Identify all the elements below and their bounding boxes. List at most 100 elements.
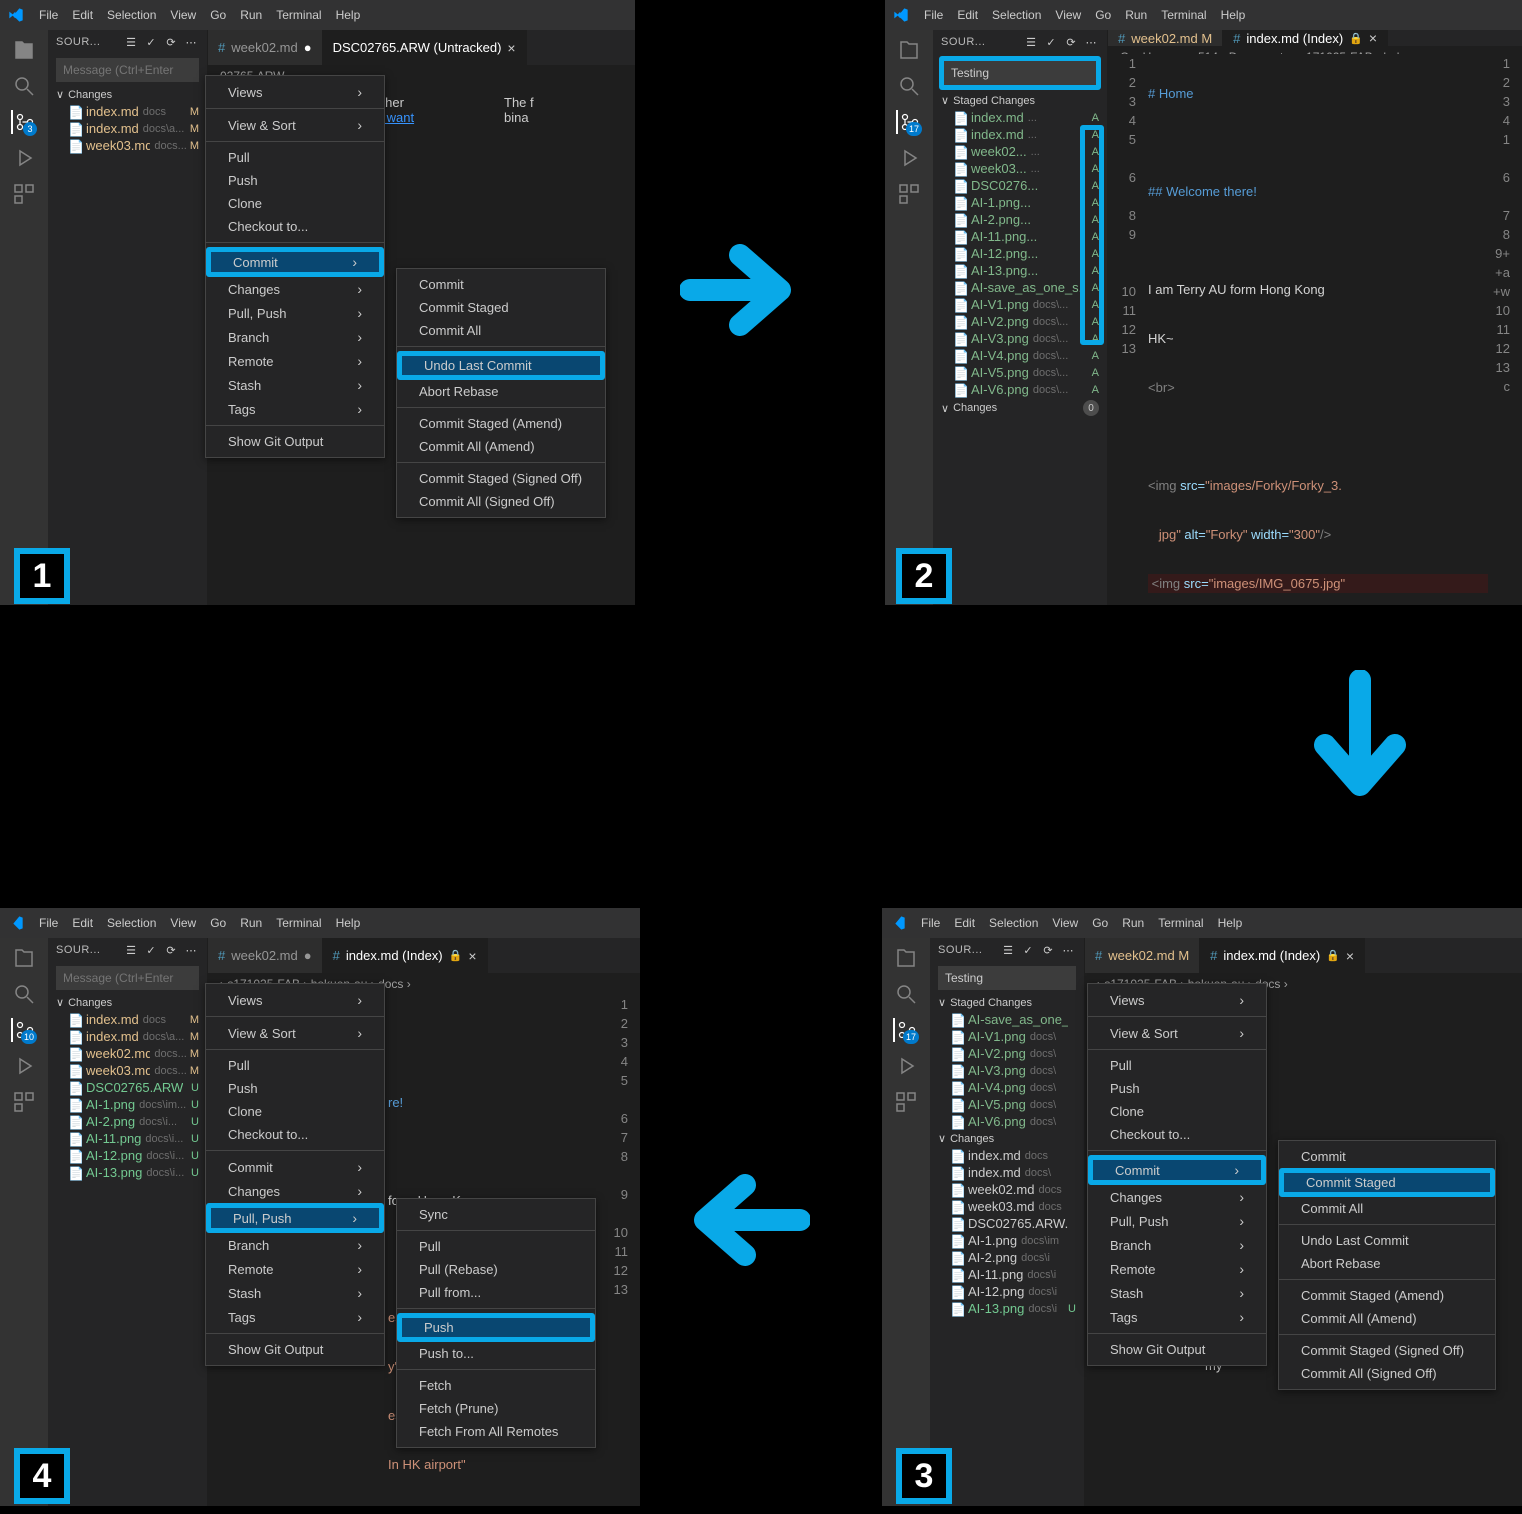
submenu-abort-rebase[interactable]: Abort Rebase (397, 380, 605, 403)
submenu-commit-staged[interactable]: Commit Staged (1279, 1168, 1495, 1197)
file-item[interactable]: 📄week03.mddocs...M (48, 137, 207, 154)
menu-selection[interactable]: Selection (100, 8, 163, 22)
file-item[interactable]: 📄week03.mddocs...M (48, 1062, 207, 1079)
file-item[interactable]: 📄AI-12.png...A (933, 245, 1107, 262)
file-item[interactable]: 📄index.mddocs (930, 1147, 1084, 1164)
file-item[interactable]: 📄AI-11.pngdocs\i...U (48, 1130, 207, 1147)
tab-week02[interactable]: #week02.md● (208, 30, 323, 65)
file-item[interactable]: 📄AI-11.png...A (933, 228, 1107, 245)
menu-terminal[interactable]: Terminal (269, 8, 328, 22)
menu-commit[interactable]: Commit (206, 247, 384, 277)
file-item[interactable]: 📄AI-V2.pngdocs\...A (933, 313, 1107, 330)
tree-icon[interactable]: ☰ (123, 34, 139, 50)
explorer-icon[interactable] (897, 38, 921, 62)
menu-file[interactable]: File (32, 8, 65, 22)
check-icon[interactable]: ✓ (143, 34, 159, 50)
submenu-undo-last[interactable]: Undo Last Commit (397, 351, 605, 380)
file-item[interactable]: 📄AI-12.pngdocs\i (930, 1283, 1084, 1300)
menu-checkout[interactable]: Checkout to... (206, 215, 384, 238)
menu-pull[interactable]: Pull (206, 146, 384, 169)
menu-view-sort[interactable]: View & Sort (206, 113, 384, 137)
menu-push[interactable]: Push (206, 169, 384, 192)
file-item[interactable]: 📄AI-V6.pngdocs\...A (933, 381, 1107, 398)
file-item[interactable]: 📄index.mddocs\a...M (48, 1028, 207, 1045)
file-item[interactable]: 📄AI-V4.pngdocs\ (930, 1079, 1084, 1096)
menu-branch[interactable]: Branch (206, 325, 384, 349)
menu-remote[interactable]: Remote (206, 349, 384, 373)
menu-changes[interactable]: Changes (206, 277, 384, 301)
search-icon[interactable] (12, 74, 36, 98)
file-item[interactable]: 📄week02.mddocs (930, 1181, 1084, 1198)
file-item[interactable]: 📄AI-13.pngdocs\iU (930, 1300, 1084, 1317)
file-item[interactable]: 📄AI-V3.pngdocs\...A (933, 330, 1107, 347)
file-item[interactable]: 📄DSC02765.ARW...U (48, 1079, 207, 1096)
file-item[interactable]: 📄AI-V3.pngdocs\ (930, 1062, 1084, 1079)
file-item[interactable]: 📄week03.mddocs (930, 1198, 1084, 1215)
changes-section[interactable]: ∨Changes0 (933, 398, 1107, 418)
changes-section[interactable]: ∨Changes (930, 1130, 1084, 1147)
tab-index[interactable]: #index.md (Index)🔒× (1223, 30, 1388, 46)
menu-pullpush[interactable]: Pull, Push (206, 301, 384, 325)
submenu-commit[interactable]: Commit (397, 273, 605, 296)
file-item[interactable]: 📄index.mddocsM (48, 103, 207, 120)
file-item[interactable]: 📄AI-V1.pngdocs\ (930, 1028, 1084, 1045)
debug-icon[interactable] (894, 1054, 918, 1078)
file-item[interactable]: 📄AI-12.pngdocs\i...U (48, 1147, 207, 1164)
file-item[interactable]: 📄week02.mddocs...M (48, 1045, 207, 1062)
menu-show-git[interactable]: Show Git Output (206, 430, 384, 453)
explorer-icon[interactable] (12, 38, 36, 62)
tab-week02[interactable]: #week02.md M (1085, 938, 1200, 973)
tab-week02[interactable]: #week02.md● (208, 938, 323, 973)
staged-section[interactable]: ∨Staged Changes (933, 92, 1107, 109)
explorer-icon[interactable] (894, 946, 918, 970)
file-item[interactable]: 📄week02......A (933, 143, 1107, 160)
file-item[interactable]: 📄index.md...A (933, 109, 1107, 126)
menu-go[interactable]: Go (203, 8, 233, 22)
file-item[interactable]: 📄index.mddocsM (48, 1011, 207, 1028)
changes-section[interactable]: ∨Changes (48, 994, 207, 1011)
explorer-icon[interactable] (12, 946, 36, 970)
file-item[interactable]: 📄AI-V5.pngdocs\ (930, 1096, 1084, 1113)
file-item[interactable]: 📄AI-1.pngdocs\im...U (48, 1096, 207, 1113)
close-icon[interactable]: × (507, 40, 515, 56)
debug-icon[interactable] (12, 146, 36, 170)
commit-message-input[interactable] (56, 58, 199, 82)
file-item[interactable]: 📄index.md...A (933, 126, 1107, 143)
menu-run[interactable]: Run (233, 8, 269, 22)
file-item[interactable]: 📄AI-13.png...A (933, 262, 1107, 279)
scm-icon[interactable]: 3 (11, 110, 35, 134)
menu-clone[interactable]: Clone (206, 192, 384, 215)
staged-section[interactable]: ∨Staged Changes (930, 994, 1084, 1011)
file-item[interactable]: 📄DSC0276...A (933, 177, 1107, 194)
commit-message-input[interactable] (944, 61, 1096, 85)
search-icon[interactable] (12, 982, 36, 1006)
menu-help[interactable]: Help (329, 8, 368, 22)
commit-message-input[interactable] (56, 966, 199, 990)
file-item[interactable]: 📄AI-2.pngdocs\i...U (48, 1113, 207, 1130)
menu-stash[interactable]: Stash (206, 373, 384, 397)
scm-icon[interactable]: 17 (896, 110, 920, 134)
extensions-icon[interactable] (897, 182, 921, 206)
tab-index[interactable]: #index.md (Index)🔒× (323, 938, 488, 973)
refresh-icon[interactable]: ⟳ (163, 34, 179, 50)
submenu-commit-all[interactable]: Commit All (397, 319, 605, 342)
file-item[interactable]: 📄index.mddocs\ (930, 1164, 1084, 1181)
file-item[interactable]: 📄AI-2.png...A (933, 211, 1107, 228)
changes-section[interactable]: ∨Changes (48, 86, 207, 103)
file-item[interactable]: 📄AI-V2.pngdocs\ (930, 1045, 1084, 1062)
file-item[interactable]: 📄DSC02765.ARW... (930, 1215, 1084, 1232)
file-item[interactable]: 📄week03......A (933, 160, 1107, 177)
file-item[interactable]: 📄AI-1.png...A (933, 194, 1107, 211)
search-icon[interactable] (894, 982, 918, 1006)
more-icon[interactable]: ⋯ (183, 34, 199, 50)
tab-week02[interactable]: #week02.md M (1108, 30, 1223, 46)
file-item[interactable]: 📄AI-11.pngdocs\i (930, 1266, 1084, 1283)
submenu-commit-staged-amend[interactable]: Commit Staged (Amend) (397, 412, 605, 435)
menu-view[interactable]: View (163, 8, 203, 22)
menu-edit[interactable]: Edit (65, 8, 100, 22)
scm-icon[interactable]: 17 (893, 1018, 917, 1042)
file-item[interactable]: 📄AI-V1.pngdocs\...A (933, 296, 1107, 313)
file-item[interactable]: 📄AI-save_as_one_s...A (933, 279, 1107, 296)
file-item[interactable]: 📄index.mddocs\a...M (48, 120, 207, 137)
file-item[interactable]: 📄AI-save_as_one_s. (930, 1011, 1084, 1028)
